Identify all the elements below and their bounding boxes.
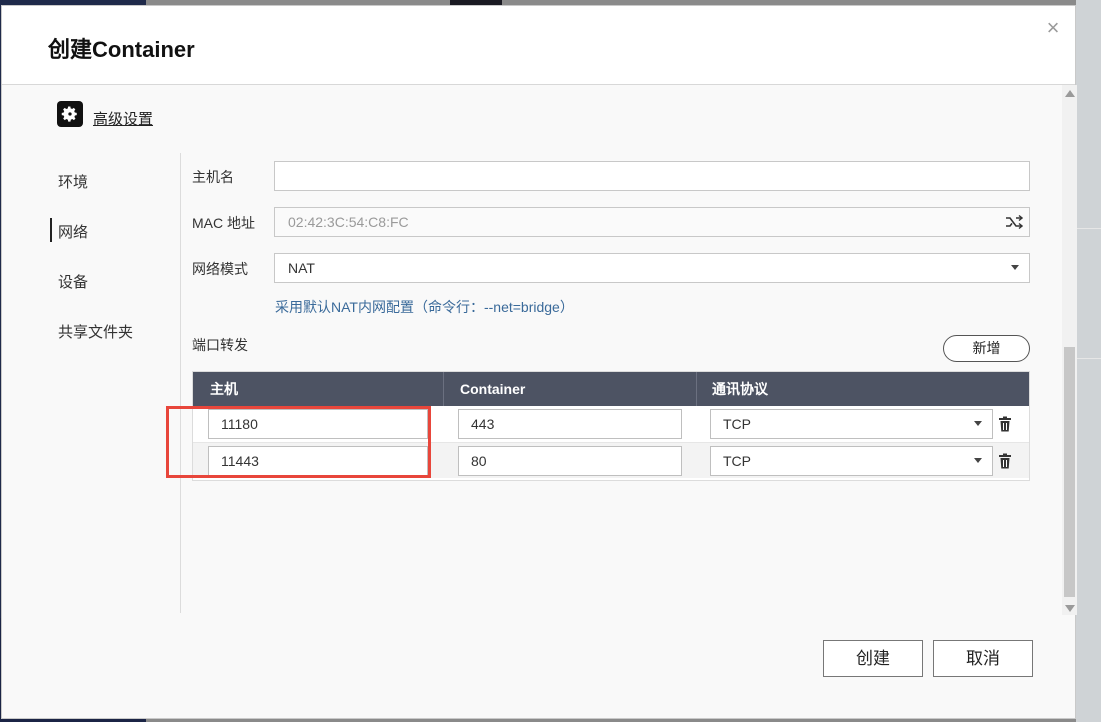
advanced-settings-label[interactable]: 高级设置 bbox=[93, 108, 153, 129]
network-mode-note: 采用默认NAT内网配置（命令行：--net=bridge） bbox=[275, 297, 574, 317]
create-container-dialog: 创建Container × 高级设置 环境 网络 设备 共享文件夹 主机名 MA… bbox=[1, 5, 1076, 719]
table-header: 主机 Container 通讯协议 bbox=[193, 372, 1029, 406]
create-button[interactable]: 创建 bbox=[823, 640, 923, 677]
column-header-host: 主机 bbox=[210, 372, 238, 406]
network-mode-value: NAT bbox=[288, 260, 315, 276]
trash-icon[interactable] bbox=[998, 453, 1012, 469]
chevron-down-icon bbox=[1011, 265, 1019, 270]
container-port-input[interactable]: 80 bbox=[458, 446, 682, 476]
network-mode-label: 网络模式 bbox=[192, 259, 248, 279]
add-port-button[interactable]: 新增 bbox=[943, 335, 1030, 362]
protocol-value: TCP bbox=[723, 453, 751, 469]
scroll-down-icon[interactable] bbox=[1065, 605, 1075, 612]
dialog-title: 创建Container bbox=[48, 32, 195, 64]
protocol-value: TCP bbox=[723, 416, 751, 432]
nav-item-shared-folders[interactable]: 共享文件夹 bbox=[58, 321, 133, 342]
column-header-protocol: 通讯协议 bbox=[712, 372, 768, 406]
dialog-header: 创建Container × bbox=[2, 6, 1075, 85]
chevron-down-icon bbox=[974, 458, 982, 463]
mac-address-placeholder: 02:42:3C:54:C8:FC bbox=[288, 214, 409, 230]
nav-item-devices[interactable]: 设备 bbox=[58, 271, 88, 292]
protocol-select[interactable]: TCP bbox=[710, 446, 993, 476]
cancel-button[interactable]: 取消 bbox=[933, 640, 1033, 677]
advanced-settings-toggle[interactable]: 高级设置 bbox=[57, 101, 153, 127]
highlight-annotation bbox=[166, 406, 431, 478]
container-port-input[interactable]: 443 bbox=[458, 409, 682, 439]
port-forwarding-label: 端口转发 bbox=[192, 335, 248, 355]
vertical-scrollbar[interactable] bbox=[1062, 85, 1077, 615]
chevron-down-icon bbox=[974, 421, 982, 426]
trash-icon[interactable] bbox=[998, 416, 1012, 432]
dialog-content: 高级设置 环境 网络 设备 共享文件夹 主机名 MAC 地址 02:42:3C:… bbox=[2, 85, 1060, 615]
nav-item-environment[interactable]: 环境 bbox=[58, 171, 88, 192]
protocol-select[interactable]: TCP bbox=[710, 409, 993, 439]
network-mode-select[interactable]: NAT bbox=[274, 253, 1030, 283]
background-divider bbox=[1076, 228, 1101, 229]
mac-address-input[interactable]: 02:42:3C:54:C8:FC bbox=[274, 207, 1030, 237]
column-separator bbox=[696, 372, 697, 406]
nav-divider bbox=[180, 153, 181, 613]
hostname-label: 主机名 bbox=[192, 167, 234, 187]
background-app-right bbox=[1076, 0, 1101, 722]
column-separator bbox=[443, 372, 444, 406]
nav-item-network[interactable]: 网络 bbox=[58, 221, 88, 242]
shuffle-icon[interactable] bbox=[1005, 214, 1023, 230]
background-divider bbox=[1076, 358, 1101, 359]
mac-address-label: MAC 地址 bbox=[192, 213, 255, 233]
gear-icon bbox=[57, 101, 83, 127]
close-icon[interactable]: × bbox=[1043, 18, 1063, 38]
scrollbar-thumb[interactable] bbox=[1064, 347, 1075, 597]
scroll-up-icon[interactable] bbox=[1065, 90, 1075, 97]
column-header-container: Container bbox=[460, 372, 525, 406]
hostname-input[interactable] bbox=[274, 161, 1030, 191]
